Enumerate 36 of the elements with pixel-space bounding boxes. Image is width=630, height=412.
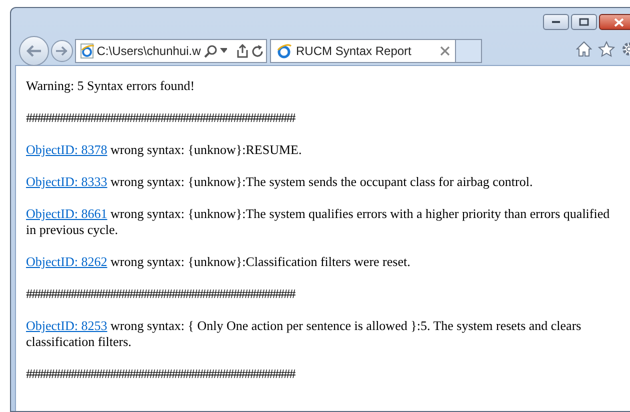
page-icon	[276, 43, 292, 59]
error-message: ObjectID: 8661 wrong syntax: {unknow}:The system qualifies errors with a higher priority than errors qualified in previous cycle.	[26, 206, 611, 238]
search-icon[interactable]	[204, 44, 217, 58]
browser-tab[interactable]: RUCM Syntax Report	[270, 39, 456, 63]
warning-message: Warning: 5 Syntax errors found!	[26, 78, 196, 94]
separator-line: ################################################	[26, 110, 296, 126]
object-link[interactable]: ObjectID: 8262	[26, 254, 108, 269]
object-link[interactable]: ObjectID: 8253	[26, 318, 108, 333]
maximize-button[interactable]	[571, 14, 597, 30]
forward-arrow-icon	[55, 45, 69, 57]
share-icon[interactable]	[236, 44, 248, 58]
close-button[interactable]	[599, 14, 630, 30]
object-link[interactable]: ObjectID: 8661	[26, 206, 108, 221]
back-button[interactable]	[19, 36, 49, 66]
object-link[interactable]: ObjectID: 8378	[26, 142, 108, 157]
error-message: ObjectID: 8262 wrong syntax: {unknow}:Classification filters were reset.	[26, 254, 412, 270]
object-link[interactable]: ObjectID: 8333	[26, 174, 108, 189]
address-text: C:\Users\chunhui.w	[96, 43, 201, 60]
refresh-icon[interactable]	[251, 44, 263, 58]
separator-line: ################################################	[26, 366, 296, 382]
back-arrow-icon	[25, 44, 43, 58]
caret-icon[interactable]	[220, 48, 228, 54]
error-message: ObjectID: 8253 wrong syntax: { Only One action per sentence is allowed }:5. The system resets and clears classification filters.	[26, 318, 582, 350]
minimize-icon	[551, 20, 561, 24]
separator-line: ################################################	[26, 286, 296, 302]
error-message: ObjectID: 8378 wrong syntax: {unknow}:RESUME.	[26, 142, 303, 158]
home-icon[interactable]	[576, 41, 592, 57]
minimize-button[interactable]	[543, 14, 569, 30]
forward-button[interactable]	[51, 40, 73, 62]
maximize-icon	[579, 18, 589, 26]
close-icon	[614, 18, 624, 26]
star-icon[interactable]	[598, 41, 615, 57]
address-bar[interactable]: C:\Users\chunhui.w	[75, 39, 267, 63]
page-icon	[79, 43, 94, 59]
error-message: ObjectID: 8333 wrong syntax: {unknow}:The system sends the occupant class for airbag control.	[26, 174, 534, 190]
close-icon[interactable]	[440, 46, 450, 56]
